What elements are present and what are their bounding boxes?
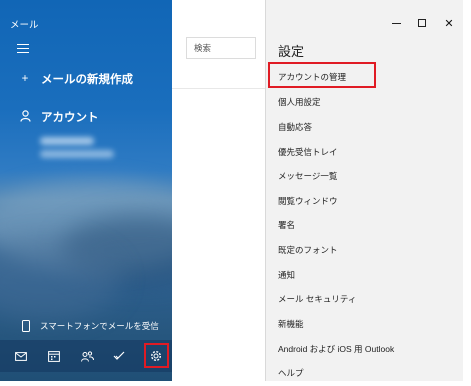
close-button[interactable]: ✕ [439,14,459,32]
page-edge [463,0,471,386]
manage-accounts-highlight-box [268,62,376,88]
divider [172,88,265,89]
settings-item-whats-new[interactable]: 新機能 [278,318,304,330]
settings-item-default-font[interactable]: 既定のフォント [278,244,338,256]
get-mail-on-phone-button[interactable]: スマートフォンでメールを受信 [0,312,172,340]
todo-icon[interactable] [111,348,127,364]
new-mail-button[interactable]: + メールの新規作成 [18,71,133,87]
maximize-button[interactable] [412,14,432,32]
settings-item-personalization[interactable]: 個人用設定 [278,96,321,108]
mail-window: メール + メールの新規作成 アカウント スマートフォンでメールを受信 検索 設… [0,0,471,386]
settings-item-email-security[interactable]: メール セキュリティ [278,293,356,305]
settings-item-message-list[interactable]: メッセージ一覧 [278,170,337,182]
accounts-label: アカウント [41,112,99,124]
person-icon [18,109,32,125]
settings-pane: 設定 アカウントの管理 個人用設定 自動応答 優先受信トレイ メッセージ一覧 閲… [265,0,463,386]
maximize-icon [418,19,426,27]
account-email-redacted[interactable] [40,150,114,158]
settings-item-reading-pane[interactable]: 閲覧ウィンドウ [278,195,338,207]
phone-icon [22,320,30,332]
search-placeholder: 検索 [194,43,212,53]
settings-item-notifications[interactable]: 通知 [278,269,295,281]
app-title: メール [10,20,39,31]
accounts-button[interactable]: アカウント [18,109,99,125]
minimize-icon [391,22,401,24]
settings-item-signature[interactable]: 署名 [278,219,295,231]
hamburger-menu-icon[interactable] [17,44,29,53]
settings-item-help[interactable]: ヘルプ [278,367,304,379]
settings-title: 設定 [278,44,305,59]
page-edge [0,381,471,386]
message-list-pane: 検索 [172,0,265,386]
phone-label: スマートフォンでメールを受信 [40,321,159,331]
search-input[interactable]: 検索 [186,37,256,59]
calendar-icon[interactable] [46,348,62,364]
plus-icon: + [21,73,29,85]
settings-item-focused-inbox[interactable]: 優先受信トレイ [278,146,338,158]
people-icon[interactable] [79,348,95,364]
navigation-pane: メール + メールの新規作成 アカウント スマートフォンでメールを受信 [0,0,172,386]
close-icon: ✕ [444,17,454,30]
account-email-redacted[interactable] [40,137,94,145]
new-mail-label: メールの新規作成 [41,74,133,86]
mail-icon[interactable] [13,348,29,364]
minimize-button[interactable] [386,14,406,32]
settings-item-automatic-replies[interactable]: 自動応答 [278,121,312,133]
settings-item-outlook-mobile[interactable]: Android および iOS 用 Outlook [278,343,394,355]
gear-highlight-box [144,343,169,368]
